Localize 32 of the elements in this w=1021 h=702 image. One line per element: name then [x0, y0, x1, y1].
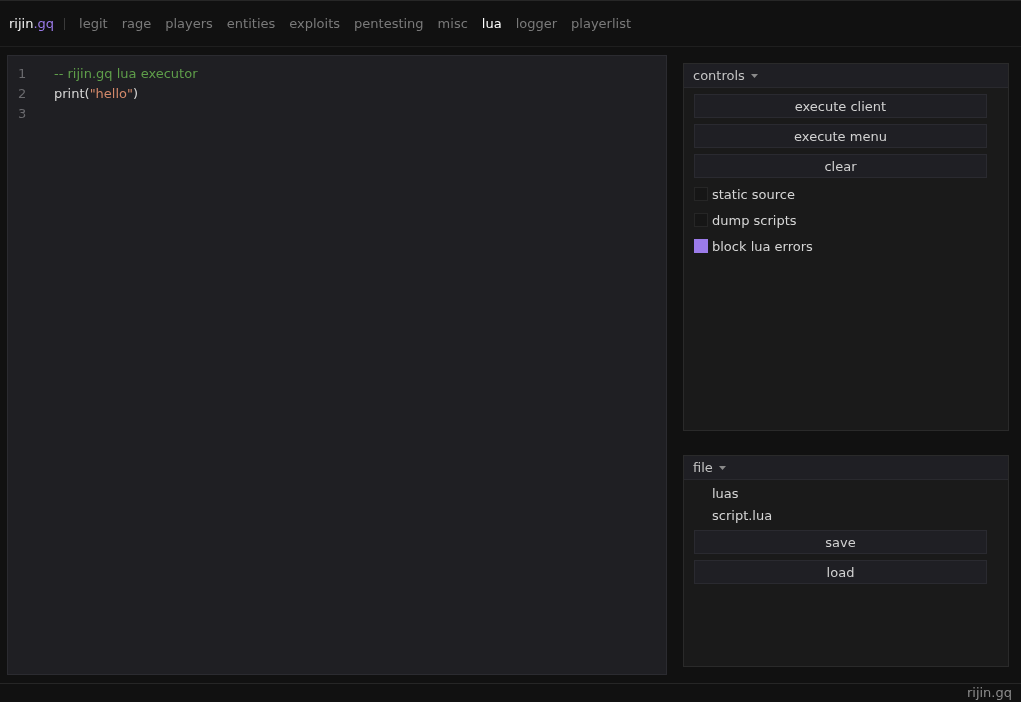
checkbox[interactable]: [694, 239, 708, 253]
file-list-item[interactable]: luas: [712, 486, 739, 502]
code-line: -- rijin.gq lua executor: [54, 65, 198, 83]
line-number: 3: [18, 106, 27, 121]
action-button[interactable]: execute menu: [694, 124, 987, 148]
line-number: 1: [18, 66, 27, 81]
action-button[interactable]: load: [694, 560, 987, 584]
nav-tab[interactable]: logger: [515, 16, 558, 31]
action-button[interactable]: execute client: [694, 94, 987, 118]
nav-tab[interactable]: playerlist: [571, 16, 632, 31]
brand-logo: rijin.gq: [9, 16, 55, 31]
checkbox-label[interactable]: static source: [712, 186, 795, 202]
caret-down-icon: [750, 73, 758, 78]
nav-tab[interactable]: legit: [79, 16, 108, 31]
line-number: 2: [18, 86, 27, 101]
caret-down-icon: [718, 465, 726, 470]
code-line: print("hello"): [54, 85, 139, 103]
status-bar-text: rijin.gq: [966, 685, 1012, 701]
nav-tab[interactable]: exploits: [289, 16, 341, 31]
file-list-item[interactable]: script.lua: [712, 508, 773, 524]
nav-tab[interactable]: misc: [437, 16, 468, 31]
nav-tab[interactable]: pentesting: [354, 16, 424, 31]
action-button[interactable]: save: [694, 530, 987, 554]
nav-tab[interactable]: lua: [481, 16, 502, 31]
checkbox-label[interactable]: block lua errors: [712, 238, 813, 254]
nav-tab[interactable]: rage: [121, 16, 152, 31]
nav-tab[interactable]: players: [165, 16, 213, 31]
panel-header-toggle[interactable]: controls: [684, 64, 1008, 88]
panel-header-toggle[interactable]: file: [684, 456, 1008, 480]
nav-tab[interactable]: entities: [226, 16, 276, 31]
checkbox-label[interactable]: dump scripts: [712, 212, 797, 228]
action-button[interactable]: clear: [694, 154, 987, 178]
